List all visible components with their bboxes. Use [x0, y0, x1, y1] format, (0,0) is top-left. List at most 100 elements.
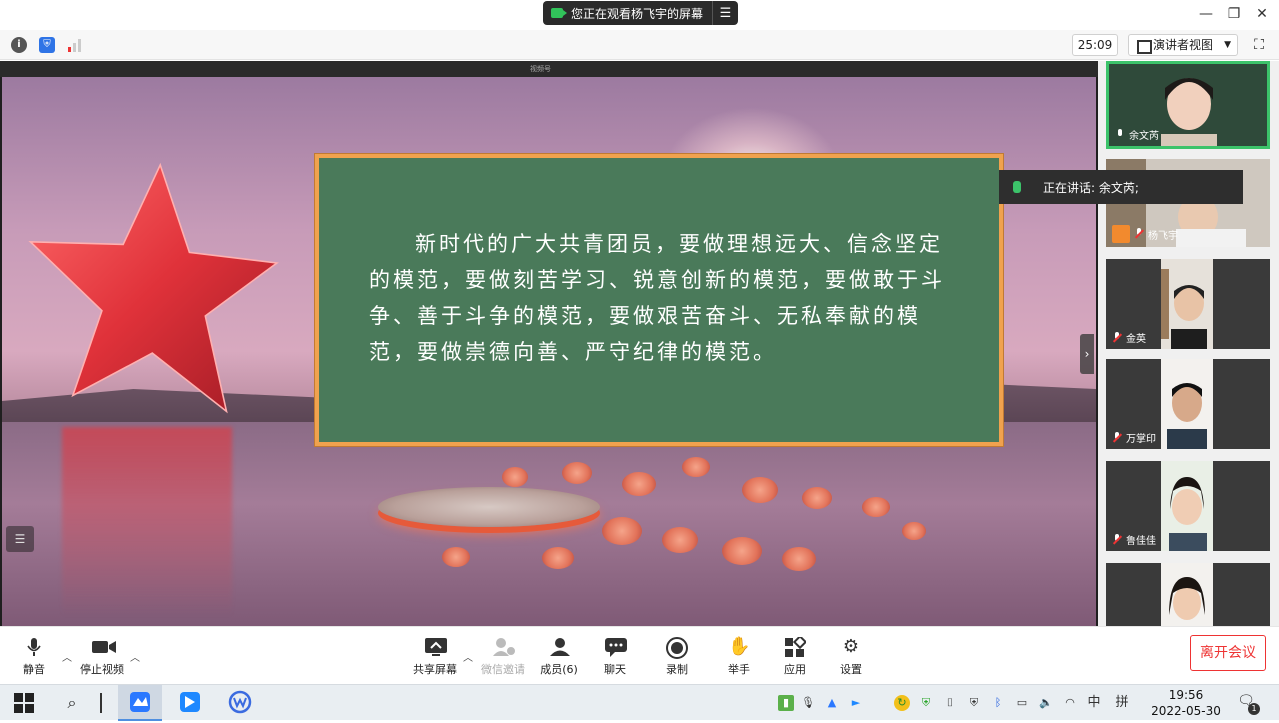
mute-button[interactable]: 静音 [5, 637, 63, 677]
stop-video-button[interactable]: 停止视频 [73, 637, 131, 677]
participant-tile[interactable]: 万掌印 [1106, 359, 1270, 449]
record-button[interactable]: 录制 [648, 637, 706, 677]
participant-tile[interactable]: 鲁佳佳 [1106, 461, 1270, 551]
shield-icon[interactable]: ⛨ [39, 37, 55, 53]
flower [902, 522, 926, 540]
apps-button[interactable]: 应用 [766, 634, 824, 677]
participant-name-tag: 金英 [1112, 330, 1146, 345]
settings-button[interactable]: ⚙ 设置 [822, 637, 880, 677]
task-view-icon[interactable] [98, 691, 106, 715]
list-icon[interactable]: ☰ [712, 1, 738, 25]
shared-window-titlebar: 视频号 [0, 61, 1098, 77]
share-screen-label: 共享屏幕 [413, 663, 457, 676]
star-reflection [62, 427, 232, 617]
restore-icon[interactable]: ❐ [1224, 4, 1244, 24]
participant-name: 鲁佳佳 [1126, 536, 1156, 547]
leave-meeting-button[interactable]: 离开会议 [1190, 635, 1266, 671]
chevron-up-icon[interactable]: ︿ [130, 649, 140, 664]
members-button[interactable]: 成员(6) [530, 637, 588, 677]
add-user-icon [492, 637, 515, 657]
chat-button[interactable]: 聊天 [586, 637, 644, 677]
mic-muted-icon [1112, 331, 1122, 344]
flower [862, 497, 890, 517]
participant-video [1161, 563, 1213, 626]
screen-share-notice[interactable]: 您正在观看杨飞宇的屏幕 ☰ [543, 1, 738, 25]
microphone-tray-icon[interactable]: 🎙 [800, 695, 816, 711]
clock-time: 19:56 [1168, 688, 1204, 702]
share-screen-icon [424, 637, 447, 657]
raise-hand-button[interactable]: ✋ 举手 [710, 637, 768, 677]
signal-icon[interactable] [67, 37, 83, 53]
outline-list-icon[interactable]: ☰ [6, 526, 34, 552]
bluetooth-icon[interactable]: ᛒ [990, 695, 1006, 711]
fullscreen-icon[interactable]: ⛶ [1250, 36, 1268, 54]
meeting-app-icon[interactable] [118, 685, 162, 721]
ime-mode-indicator[interactable]: 中 [1086, 695, 1102, 711]
gear-icon: ⚙ [842, 636, 860, 657]
flower [742, 477, 778, 503]
flower [602, 517, 642, 545]
flower [782, 547, 816, 571]
chevron-right-icon[interactable]: › [1080, 334, 1094, 374]
search-icon[interactable]: ⌕ [60, 691, 84, 715]
flower [662, 527, 698, 553]
participant-name-tag: 杨飞宇 [1112, 225, 1178, 243]
chevron-up-icon[interactable]: ︿ [463, 649, 473, 664]
wps-app-icon[interactable] [218, 685, 262, 721]
flower [802, 487, 832, 509]
ime-layout-indicator[interactable]: 拼 [1114, 695, 1130, 711]
participant-tile[interactable]: 余文芮 [1106, 61, 1270, 149]
view-mode-dropdown[interactable]: 演讲者视图 ▼ [1128, 34, 1238, 56]
avatar [1112, 225, 1130, 243]
mic-icon [1115, 128, 1125, 141]
view-mode-label: 演讲者视图 [1153, 38, 1214, 52]
minimize-icon[interactable]: — [1196, 4, 1216, 24]
meeting-info-bar: i ⛨ 25:09 演讲者视图 ▼ ⛶ [0, 30, 1279, 60]
system-clock[interactable]: 19:56 2022-05-30 [1150, 687, 1222, 719]
feishu-tray-icon[interactable]: ► [848, 695, 864, 711]
raise-hand-label: 举手 [728, 663, 750, 676]
flower [542, 547, 574, 569]
shield-tray-icon[interactable]: ⛨ [918, 695, 934, 711]
info-icon[interactable]: i [11, 37, 27, 53]
participant-tile[interactable]: 金英 [1106, 259, 1270, 349]
participant-name: 万掌印 [1126, 434, 1156, 445]
windows-start-icon[interactable] [12, 691, 36, 715]
record-label: 录制 [666, 663, 688, 676]
meeting-control-bar: 静音 ︿ 停止视频 ︿ 共享屏幕 ︿ 微信邀请 成员(6) 聊天 录制 ✋ 举手… [0, 626, 1279, 684]
wifi-icon[interactable]: ◠ [1062, 695, 1078, 711]
battery-icon[interactable]: ▭ [1014, 695, 1030, 711]
participant-name-tag: 余文芮 [1115, 127, 1159, 142]
participant-video [1149, 64, 1229, 146]
meeting-timer: 25:09 [1072, 34, 1118, 56]
security-tray-icon[interactable]: ↻ [894, 695, 910, 711]
members-icon [548, 637, 570, 657]
usb-icon[interactable]: ⌷ [942, 695, 958, 711]
defender-icon[interactable]: ⛨ [966, 695, 982, 711]
notification-icon[interactable]: 🗨 1 [1236, 693, 1260, 715]
flower [722, 537, 762, 565]
flower [502, 467, 528, 487]
meeting-tray-icon[interactable]: ▲ [824, 695, 840, 711]
participant-video [1161, 461, 1213, 551]
share-screen-button[interactable]: 共享屏幕 [406, 637, 464, 677]
wechat-invite-button[interactable]: 微信邀请 [474, 637, 532, 677]
hand-icon: ✋ [728, 636, 751, 657]
speaker-icon[interactable]: 🔈 [1038, 695, 1054, 711]
chevron-down-icon: ▼ [1224, 40, 1231, 50]
sharing-notice-text: 您正在观看杨飞宇的屏幕 [571, 6, 704, 21]
battery-app-icon[interactable]: ▮ [778, 695, 794, 711]
os-taskbar: ⌕ ▮ 🎙 ▲ ► ↻ ⛨ ⌷ ⛨ ᛒ ▭ 🔈 ◠ 中 拼 19:56 2022… [0, 684, 1279, 721]
chevron-up-icon[interactable]: ︿ [62, 649, 72, 664]
title-bar: 您正在观看杨飞宇的屏幕 ☰ — ❐ ✕ [0, 0, 1279, 30]
apps-label: 应用 [784, 663, 806, 676]
settings-label: 设置 [840, 663, 862, 676]
chalkboard: 新时代的广大共青团员，要做理想远大、信念坚定的模范，要做刻苦学习、锐意创新的模范… [315, 154, 1003, 446]
clock-date: 2022-05-30 [1151, 704, 1221, 718]
participant-name-tag: 鲁佳佳 [1112, 532, 1156, 547]
board-quote-text: 新时代的广大共青团员，要做理想远大、信念坚定的模范，要做刻苦学习、锐意创新的模范… [369, 232, 945, 364]
feishu-app-icon[interactable] [168, 685, 212, 721]
mute-label: 静音 [23, 663, 45, 676]
participant-tile[interactable] [1106, 563, 1270, 626]
close-icon[interactable]: ✕ [1252, 4, 1272, 24]
